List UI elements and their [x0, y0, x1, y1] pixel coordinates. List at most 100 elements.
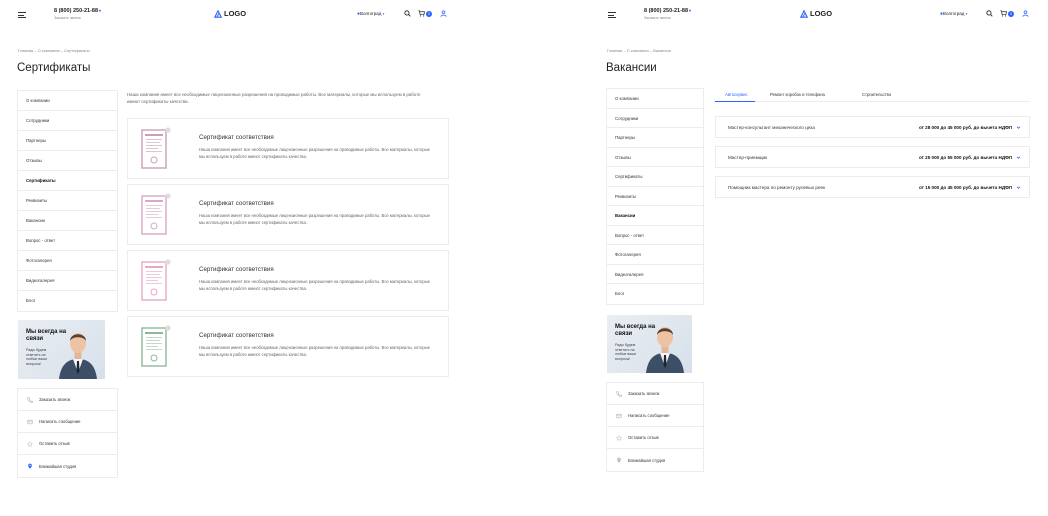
site-header: 8 (800) 250-21-88▾ Заказать звонок LOGO … [590, 6, 1048, 26]
cart-icon[interactable] [1000, 10, 1007, 17]
search-icon[interactable] [404, 10, 411, 17]
sidebar-item-video-gallery[interactable]: Видеогалерея [18, 271, 117, 291]
certificate-card[interactable]: Сертификат соответствия Наша компания им… [127, 184, 449, 245]
certificate-card[interactable]: Сертификат соответствия Наша компания им… [127, 118, 449, 179]
vacancy-item[interactable]: Мастер-консультант механического цеха от… [715, 116, 1030, 138]
vacancy-item[interactable]: Помощник мастера по ремонту рулевых реек… [715, 176, 1030, 198]
sidebar-menu: О компании Сотрудники Партнеры Отзывы Се… [17, 90, 118, 312]
sidebar-item-faq[interactable]: Вопрос - ответ [18, 231, 117, 251]
vacancies-page: 8 (800) 250-21-88▾ Заказать звонок LOGO … [590, 0, 1048, 516]
callback-link[interactable]: Заказать звонок [54, 16, 81, 20]
sidebar-item-certificates[interactable]: Сертификаты [18, 171, 117, 191]
header-phone[interactable]: 8 (800) 250-21-88▾ [644, 8, 691, 14]
city-selector[interactable]: ●Волгоград ▾ [357, 11, 384, 17]
phone-caret-icon[interactable]: ▾ [689, 8, 691, 13]
tab-gearbox-repair[interactable]: Ремонт коробок и телефона [770, 92, 825, 97]
user-icon[interactable] [440, 10, 447, 17]
sidebar-item-photo-gallery[interactable]: Фотогалерея [607, 245, 703, 265]
chevron-down-icon[interactable] [1016, 155, 1021, 160]
sidebar-item-about[interactable]: О компании [18, 91, 117, 111]
vacancy-name: Мастер-приемщик [728, 155, 768, 160]
breadcrumb[interactable]: Главная – О компании – Сертификаты [18, 48, 90, 53]
certificate-image[interactable] [141, 193, 171, 237]
chevron-down-icon[interactable] [1016, 185, 1021, 190]
city-name: Волгоград [360, 11, 382, 16]
certificate-image[interactable] [141, 127, 171, 171]
site-header: 8 (800) 250-21-88▾ Заказать звонок LOGO … [0, 6, 500, 26]
sidebar-item-blog[interactable]: Блог [607, 284, 703, 304]
certificate-title: Сертификат соответствия [199, 134, 274, 141]
sidebar-item-staff[interactable]: Сотрудники [607, 109, 703, 128]
cart-icon[interactable] [418, 10, 425, 17]
sidebar-item-reviews[interactable]: Отзывы [18, 151, 117, 171]
vacancy-name: Помощник мастера по ремонту рулевых реек [728, 185, 826, 190]
logo-text: LOGO [810, 9, 833, 18]
callback-link[interactable]: Заказать звонок [644, 16, 671, 20]
sidebar-item-staff[interactable]: Сотрудники [18, 111, 117, 131]
sidebar-item-partners[interactable]: Партнеры [18, 131, 117, 151]
location-icon [617, 457, 621, 463]
site-logo[interactable]: LOGO [214, 9, 246, 18]
city-name: Волгоград [943, 11, 965, 16]
action-callback[interactable]: Заказать звонок [607, 383, 703, 405]
header-phone[interactable]: 8 (800) 250-21-88▾ [54, 8, 101, 14]
sidebar-menu: О компании Сотрудники Партнеры Отзывы Се… [606, 88, 704, 305]
tab-auto-service[interactable]: Автосервис [725, 92, 748, 97]
cart-count-badge: 0 [426, 11, 432, 17]
action-message[interactable]: Написать сообщение [18, 411, 117, 433]
city-caret-icon: ▾ [965, 12, 968, 16]
vacancy-tabs: Автосервис Ремонт коробок и телефона Стр… [715, 90, 1030, 102]
action-review[interactable]: Оставить отзыв [607, 427, 703, 449]
contact-actions: Заказать звонок Написать сообщение Остав… [606, 382, 704, 472]
sidebar-item-certificates[interactable]: Сертификаты [607, 167, 703, 187]
certificate-image[interactable] [141, 325, 171, 369]
sidebar-item-about[interactable]: О компании [607, 89, 703, 109]
sidebar-item-vacancies[interactable]: Вакансии [18, 211, 117, 231]
sidebar-item-requisites[interactable]: Реквизиты [607, 187, 703, 206]
action-nearest-studio[interactable]: Ближайшая студия [18, 455, 117, 477]
action-nearest-studio[interactable]: Ближайшая студия [607, 449, 703, 471]
sidebar-item-reviews[interactable]: Отзывы [607, 148, 703, 167]
site-logo[interactable]: LOGO [800, 9, 832, 18]
active-tab-indicator [715, 101, 755, 102]
action-message[interactable]: Написать сообщение [607, 405, 703, 427]
city-selector[interactable]: ●Волгоград ▾ [940, 11, 967, 17]
sidebar-item-video-gallery[interactable]: Видеогалерея [607, 265, 703, 284]
burger-menu-icon[interactable] [608, 12, 616, 18]
vacancy-item[interactable]: Мастер-приемщик от 25 000 до 55 000 руб.… [715, 146, 1030, 168]
chevron-down-icon[interactable] [1016, 125, 1021, 130]
action-review[interactable]: Оставить отзыв [18, 433, 117, 455]
location-icon [28, 463, 32, 469]
user-icon[interactable] [1022, 10, 1029, 17]
sidebar-item-partners[interactable]: Партнеры [607, 128, 703, 148]
search-icon[interactable] [986, 10, 993, 17]
sidebar-item-vacancies[interactable]: Вакансии [607, 206, 703, 226]
burger-menu-icon[interactable] [18, 12, 26, 18]
vacancy-salary: от 15 000 до 45 000 руб. до вычета НДФЛ [918, 185, 1012, 190]
page-title: Вакансии [606, 62, 657, 74]
certificate-description: Наша компания имеет все необходимые лице… [199, 345, 430, 357]
certificate-card[interactable]: Сертификат соответствия Наша компания им… [127, 250, 449, 311]
sidebar-item-requisites[interactable]: Реквизиты [18, 191, 117, 211]
sidebar-item-photo-gallery[interactable]: Фотогалерея [18, 251, 117, 271]
contact-promo-banner: Мы всегда на связи Рады будем ответить н… [607, 315, 692, 373]
support-person-image [646, 327, 684, 373]
action-callback[interactable]: Заказать звонок [18, 389, 117, 411]
certificates-page: 8 (800) 250-21-88▾ Заказать звонок LOGO … [0, 0, 500, 516]
phone-icon [616, 390, 622, 397]
contact-promo-banner: Мы всегда на связи Рады будем ответить н… [18, 320, 105, 379]
cart-count-badge: 0 [1008, 11, 1014, 17]
logo-text: LOGO [224, 9, 247, 18]
sidebar-item-faq[interactable]: Вопрос - ответ [607, 226, 703, 245]
logo-icon [214, 9, 222, 18]
tab-construction[interactable]: Строительство [862, 92, 891, 97]
sidebar-item-blog[interactable]: Блог [18, 291, 117, 311]
vacancy-salary: от 28 000 до 45 000 руб. до вычета НДФЛ [918, 125, 1012, 130]
certificate-title: Сертификат соответствия [199, 200, 274, 207]
message-icon [616, 413, 622, 418]
certificate-description: Наша компания имеет все необходимые лице… [199, 147, 430, 159]
certificate-card[interactable]: Сертификат соответствия Наша компания им… [127, 316, 449, 377]
phone-caret-icon[interactable]: ▾ [99, 8, 101, 13]
certificate-image[interactable] [141, 259, 171, 303]
breadcrumb[interactable]: Главная – О компании – Вакансии [607, 48, 671, 53]
